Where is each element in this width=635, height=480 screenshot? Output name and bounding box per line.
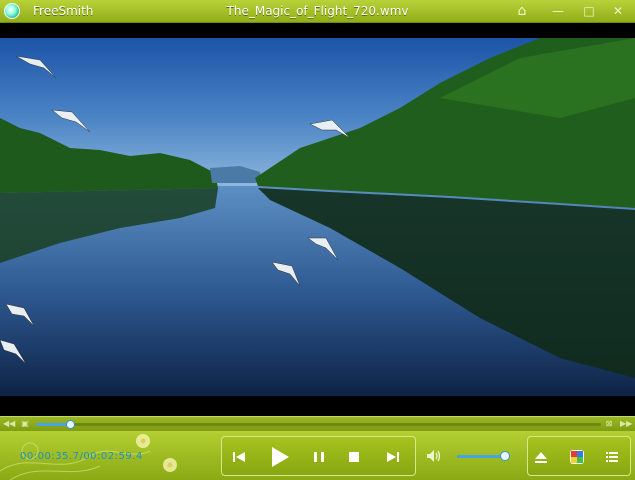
- color-settings-button[interactable]: [566, 446, 588, 468]
- maximize-icon: □: [583, 4, 595, 18]
- eject-button[interactable]: [530, 446, 552, 468]
- minimize-button[interactable]: —: [550, 3, 566, 19]
- home-button[interactable]: ⌂: [514, 3, 530, 19]
- fast-forward-icon[interactable]: ▶▶: [620, 419, 632, 429]
- snapshot-icon[interactable]: ▣: [20, 419, 30, 429]
- playlist-button[interactable]: [601, 446, 623, 468]
- rewind-icon[interactable]: ◀◀: [3, 419, 15, 429]
- speaker-icon: [427, 450, 441, 462]
- volume-level: [457, 455, 505, 458]
- pause-icon: [314, 452, 324, 462]
- previous-button[interactable]: [228, 446, 250, 468]
- close-button[interactable]: ✕: [610, 3, 626, 19]
- control-panel: 00:00:35.7/00:02:59.4: [0, 431, 635, 480]
- pause-button[interactable]: [308, 446, 330, 468]
- stop-button[interactable]: [343, 446, 365, 468]
- transport-controls: [221, 436, 416, 476]
- seek-progress: [36, 423, 70, 426]
- options-controls: [527, 436, 631, 476]
- play-icon: [272, 447, 289, 467]
- volume-handle[interactable]: [499, 451, 510, 461]
- home-icon: ⌂: [517, 3, 527, 19]
- seek-slider[interactable]: [36, 420, 601, 429]
- fullscreen-icon[interactable]: ⊠: [604, 419, 614, 429]
- play-button[interactable]: [265, 443, 293, 471]
- time-display: 00:00:35.7/00:02:59.4: [20, 451, 143, 462]
- skip-forward-icon: [387, 452, 399, 462]
- close-icon: ✕: [612, 4, 624, 18]
- minimize-icon: —: [552, 4, 564, 18]
- volume-slider[interactable]: [457, 451, 510, 461]
- window-title: The_Magic_of_Flight_720.wmv: [226, 4, 409, 18]
- eject-icon: [535, 452, 547, 463]
- maximize-button[interactable]: □: [581, 3, 597, 19]
- next-button[interactable]: [382, 446, 404, 468]
- seek-bar: ◀◀ ▣ ⊠ ▶▶: [0, 416, 635, 432]
- playlist-icon: [606, 452, 618, 462]
- title-bar: FreeSmith The_Magic_of_Flight_720.wmv ⌂ …: [0, 0, 635, 23]
- stop-icon: [349, 452, 359, 462]
- video-display[interactable]: [0, 38, 635, 396]
- seek-handle[interactable]: [65, 420, 75, 429]
- skip-back-icon: [233, 452, 245, 462]
- color-palette-icon: [570, 450, 584, 464]
- mute-button[interactable]: [422, 445, 444, 467]
